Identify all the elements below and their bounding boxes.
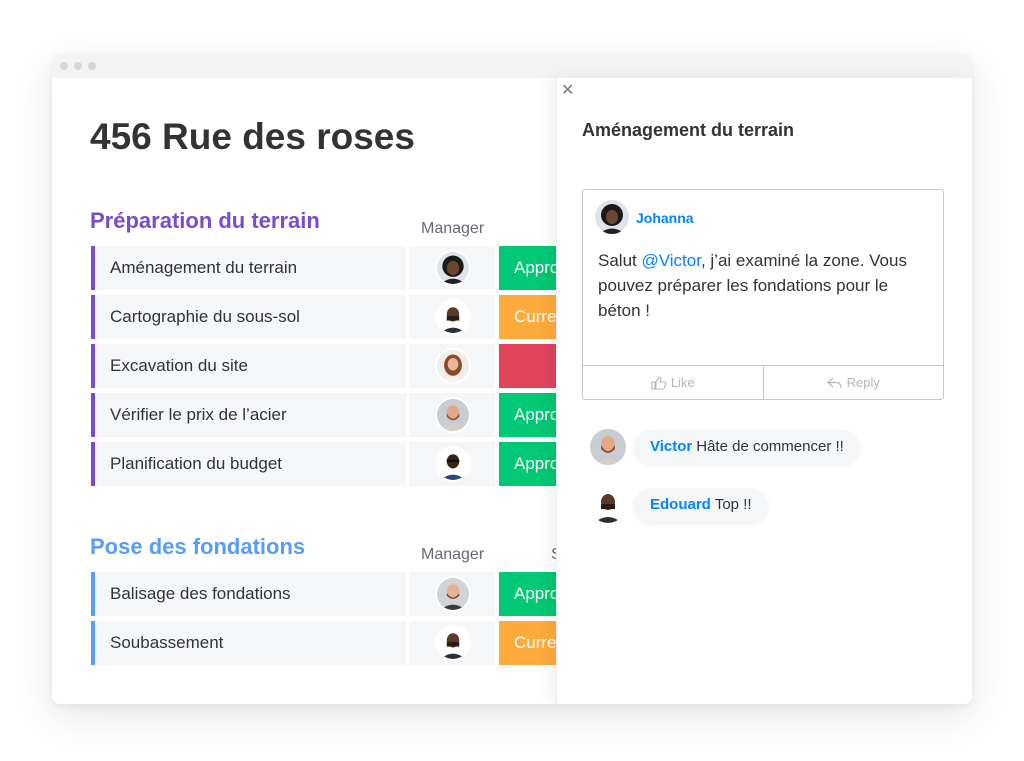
reply-arrow-icon [826,377,842,388]
reply-bubble: Edouard Top !! [634,488,768,522]
table-row[interactable]: Vérifier le prix de l’acier Approuvé [91,393,557,437]
update-actions: Like Reply [583,365,943,399]
status-cell[interactable]: Approuvé [499,572,557,616]
avatar-man-bald-icon [435,299,471,335]
reply-author[interactable]: Edouard [650,496,711,513]
avatar-man-glasses-icon [435,446,471,482]
manager-cell[interactable] [409,442,495,486]
column-header-manager[interactable]: Manager [421,220,484,238]
item-name[interactable]: Soubassement [91,621,406,665]
group-title[interactable]: Préparation du terrain [90,208,320,234]
table-row[interactable]: Soubassement Currently [91,621,557,665]
avatar-man-bald-icon[interactable] [590,487,626,523]
like-button[interactable]: Like [583,366,763,399]
avatar-man-bald-icon [435,625,471,661]
like-label: Like [670,375,695,390]
manager-cell[interactable] [409,344,495,388]
reply-author[interactable]: Victor [650,438,692,455]
status-cell[interactable]: Currently [499,295,557,339]
window-dot-icon[interactable] [60,62,68,70]
status-cell[interactable]: Approuvé [499,393,557,437]
manager-cell[interactable] [409,295,495,339]
table-row[interactable]: Balisage des fondations Approuvé [91,572,557,616]
table-row[interactable]: Planification du budget Approuvé [91,442,557,486]
reply-label: Reply [846,375,880,390]
window-dot-icon[interactable] [74,62,82,70]
table-row[interactable]: Excavation du site [91,344,557,388]
avatar-woman-long-hair-icon [435,348,471,384]
manager-cell[interactable] [409,246,495,290]
reply-button[interactable]: Reply [762,366,944,399]
reply-bubble: Victor Hâte de commencer !! [634,430,860,464]
update-author[interactable]: Johanna [636,210,694,226]
column-header-manager[interactable]: Manager [421,546,484,564]
close-icon[interactable]: ✕ [561,80,574,100]
item-name[interactable]: Aménagement du terrain [91,246,406,290]
update-text: Salut [598,251,642,270]
item-name[interactable]: Cartographie du sous-sol [91,295,406,339]
board-title: 456 Rue des roses [90,116,415,157]
table-row[interactable]: Cartographie du sous-sol Currently [91,295,557,339]
window-titlebar [52,54,972,78]
item-updates-panel: ✕ Aménagement du terrain Johanna Salut @… [556,78,972,704]
reply-text: Top !! [714,496,752,513]
group-title[interactable]: Pose des fondations [90,534,305,560]
window-dot-icon[interactable] [88,62,96,70]
item-name[interactable]: Balisage des fondations [91,572,406,616]
table-row[interactable]: Aménagement du terrain Approuvé [91,246,557,290]
update-body: Salut @Victor, j’ai examiné la zone. Vou… [598,248,928,323]
board: 456 Rue des roses Préparation du terrain… [52,78,557,704]
avatar-man-beard-light-icon [435,576,471,612]
avatar-icon[interactable] [595,200,629,234]
avatar-man-beard-icon [435,397,471,433]
status-cell[interactable]: Currently [499,621,557,665]
avatar-man-beard-icon[interactable] [590,429,626,465]
item-name[interactable]: Planification du budget [91,442,406,486]
manager-cell[interactable] [409,621,495,665]
status-cell[interactable] [499,344,557,388]
mention-link[interactable]: @Victor [641,251,700,270]
item-name[interactable]: Excavation du site [91,344,406,388]
status-cell[interactable]: Approuvé [499,246,557,290]
status-cell[interactable]: Approuvé [499,442,557,486]
item-name[interactable]: Vérifier le prix de l’acier [91,393,406,437]
avatar-woman-curly-hair-icon [435,250,471,286]
panel-title: Aménagement du terrain [582,120,795,140]
manager-cell[interactable] [409,572,495,616]
thumbs-up-icon [651,375,667,390]
update-card: Johanna Salut @Victor, j’ai examiné la z… [582,189,944,400]
manager-cell[interactable] [409,393,495,437]
app-window: 456 Rue des roses Préparation du terrain… [52,54,972,704]
reply-text: Hâte de commencer !! [696,438,844,455]
